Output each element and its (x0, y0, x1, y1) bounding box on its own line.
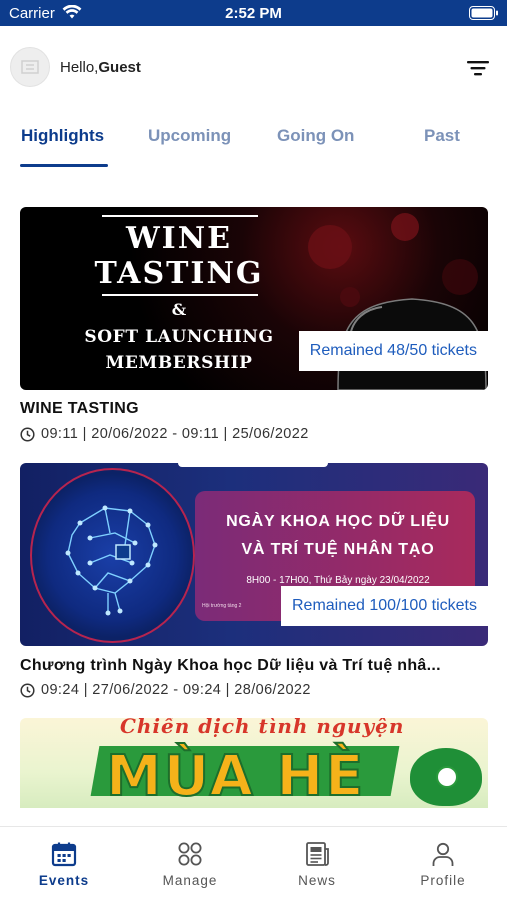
clock-icon (20, 682, 35, 698)
greeting: Hello,Guest (60, 59, 141, 76)
nav-label: Manage (162, 873, 218, 888)
brain-circuit-icon (65, 505, 158, 616)
event-time-text: 09:24 | 27/06/2022 - 09:24 | 28/06/2022 (41, 682, 311, 698)
active-tab-indicator (20, 164, 108, 167)
newspaper-icon (306, 842, 329, 866)
banner-line-1: NGÀY KHOA HỌC DỮ LIỆU (226, 513, 450, 530)
avatar-icon (21, 60, 39, 74)
banner-line-1: WINE (125, 221, 232, 256)
status-time: 2:52 PM (225, 5, 282, 22)
divider (102, 215, 258, 217)
bottom-nav: Events Manage News Profile (0, 826, 507, 900)
banner-line-3: SOFT LAUNCHING (84, 327, 274, 347)
event-time-text: 09:11 | 20/06/2022 - 09:11 | 25/06/2022 (41, 426, 309, 442)
filter-button[interactable] (465, 57, 491, 79)
nav-label: Profile (420, 873, 466, 888)
banner-main-word: MÙA HÈ (105, 743, 366, 808)
banner-venue: Hội trường tầng 2 (202, 603, 242, 609)
ticket-badge: Remained 100/100 tickets (281, 586, 488, 626)
tab-going-on[interactable]: Going On (277, 126, 367, 166)
tab-highlights[interactable]: Highlights (21, 126, 110, 166)
wine-banner-text: WINE TASTING & SOFT LAUNCHING MEMBERSHIP (20, 207, 338, 390)
event-banner[interactable]: NGÀY KHOA HỌC DỮ LIỆU VÀ TRÍ TUỆ NHÂN TẠ… (20, 463, 488, 646)
calendar-icon (51, 842, 77, 867)
avatar[interactable] (10, 47, 50, 87)
user-name: Guest (98, 59, 141, 76)
nav-label: Events (38, 873, 90, 888)
nav-profile[interactable]: Profile (380, 827, 506, 900)
nav-news[interactable]: News (254, 827, 380, 900)
tab-upcoming[interactable]: Upcoming (148, 126, 235, 166)
banner-ampersand: & (171, 300, 187, 319)
banner-date: 8H00 - 17H00, Thứ Bảy ngày 23/04/2022 (246, 575, 430, 586)
banner-notch (178, 463, 328, 467)
battery-icon (469, 6, 498, 20)
event-card-summer-volunteer[interactable]: Chiến dịch tình nguyện MÙA HÈ (20, 718, 488, 808)
filter-icon (467, 61, 489, 76)
event-tabs: Highlights Upcoming Going On Past (0, 118, 507, 168)
event-card-data-science-day[interactable]: NGÀY KHOA HỌC DỮ LIỆU VÀ TRÍ TUỆ NHÂN TẠ… (20, 463, 488, 703)
banner-script-title: Chiến dịch tình nguyện (120, 718, 405, 738)
ticket-badge: Remained 48/50 tickets (298, 331, 488, 371)
banner-line-4: MEMBERSHIP (105, 353, 253, 373)
event-title[interactable]: WINE TASTING (20, 400, 490, 418)
event-time: 09:11 | 20/06/2022 - 09:11 | 25/06/2022 (20, 426, 309, 442)
nav-events[interactable]: Events (1, 827, 127, 900)
greeting-prefix: Hello, (60, 59, 99, 76)
event-card-wine-tasting[interactable]: WINE TASTING & SOFT LAUNCHING MEMBERSHIP… (20, 207, 488, 447)
divider (102, 294, 258, 296)
nav-label: News (298, 873, 336, 888)
logo-icon (436, 766, 458, 788)
clock-icon (20, 426, 35, 442)
grid-icon (178, 842, 202, 866)
event-banner[interactable]: WINE TASTING & SOFT LAUNCHING MEMBERSHIP… (20, 207, 488, 390)
banner-line-2: TASTING (94, 256, 264, 291)
event-title[interactable]: Chương trình Ngày Khoa học Dữ liệu và Tr… (20, 657, 490, 675)
banner-line-2: VÀ TRÍ TUỆ NHÂN TẠO (241, 541, 435, 558)
nav-manage[interactable]: Manage (127, 827, 253, 900)
event-banner[interactable]: Chiến dịch tình nguyện MÙA HÈ (20, 718, 488, 808)
tab-past[interactable]: Past (424, 126, 474, 166)
event-time: 09:24 | 27/06/2022 - 09:24 | 28/06/2022 (20, 682, 311, 698)
person-icon (432, 842, 454, 866)
status-bar: Carrier 2:52 PM (0, 0, 507, 26)
